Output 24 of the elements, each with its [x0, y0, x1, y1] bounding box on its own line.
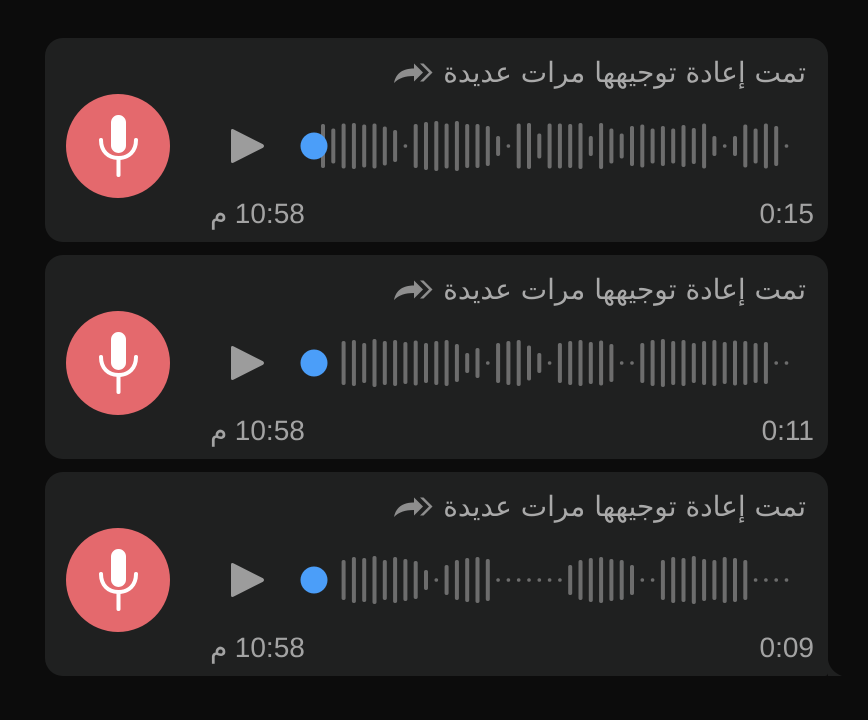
forwarded-label: تمت إعادة توجيهها مرات عديدة: [443, 58, 806, 88]
forward-arrows-icon: [393, 278, 434, 302]
play-button[interactable]: [228, 127, 265, 165]
microphone-icon: [66, 528, 170, 632]
forwarded-label: تمت إعادة توجيهها مرات عديدة: [443, 492, 806, 522]
play-icon: [228, 344, 265, 382]
play-icon: [228, 561, 265, 599]
play-button[interactable]: [228, 344, 265, 382]
play-button[interactable]: [228, 561, 265, 599]
microphone-icon: [66, 94, 170, 198]
playhead-thumb[interactable]: [300, 350, 328, 376]
duration: 0:11: [762, 415, 814, 447]
forwarded-label: تمت إعادة توجيهها مرات عديدة: [443, 275, 806, 305]
playhead-thumb[interactable]: [300, 132, 328, 160]
duration: 0:09: [760, 632, 814, 664]
microphone-icon: [66, 311, 170, 415]
timestamp: 10:58 م: [210, 415, 305, 447]
forward-arrows-icon: [393, 61, 434, 85]
play-icon: [228, 127, 265, 165]
duration: 0:15: [760, 198, 814, 230]
timestamp: 10:58 م: [210, 632, 305, 664]
timestamp: 10:58 م: [210, 198, 305, 230]
forward-arrows-icon: [393, 495, 434, 519]
playhead-thumb[interactable]: [300, 566, 328, 594]
